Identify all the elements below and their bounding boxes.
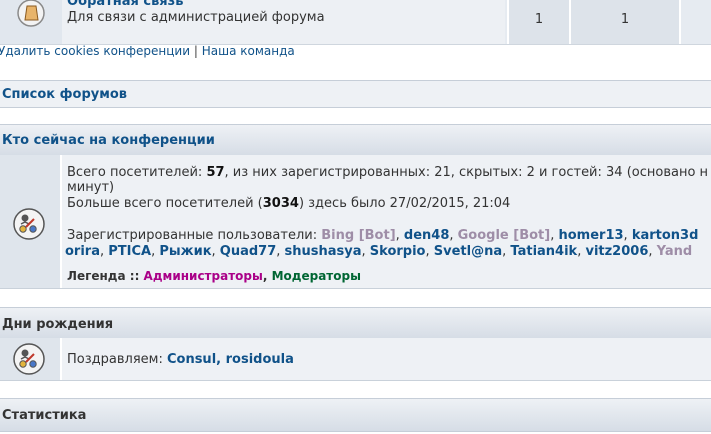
online-record-line: Больше всего посетителей (3034) здесь бы… [67,196,511,211]
online-user-link[interactable]: Bing [Bot] [321,228,395,243]
registered-users-line2: orira, PTICA, Рыжик, Quad77, shushasya, … [65,244,692,259]
legend-mods-link[interactable]: Модераторы [272,269,361,283]
forum-row-feedback: Обратная связь Для связи с администрацие… [0,0,711,45]
forum-list-bar: Список форумов [0,80,711,108]
delete-cookies-link[interactable]: Удалить cookies конференции [0,44,190,58]
birthday-text-cell: Поздравляем: Consul, rosidoula [62,338,711,380]
online-user-link[interactable]: homer13 [558,228,623,243]
who-is-online-panel: Всего посетителей: 57, из них зарегистри… [0,155,711,289]
online-user-link[interactable]: PTICA [108,244,151,259]
online-text-cell: Всего посетителей: 57, из них зарегистри… [62,155,711,288]
forum-read-icon [17,0,45,27]
online-record: 3034 [262,196,299,211]
legend-line: Легенда :: Администраторы, Модераторы [67,269,361,283]
online-user-link[interactable]: Quad77 [220,244,276,259]
user-separator: , [425,244,434,259]
links-separator: | [193,44,198,58]
birthday-names[interactable]: Consul, rosidoula [167,352,294,367]
online-summary-line: Всего посетителей: 57, из них зарегистри… [67,165,709,180]
birthday-line: Поздравляем: Consul, rosidoula [67,352,294,367]
forum-topics-count: 1 [507,0,569,44]
forum-list-link[interactable]: Список форумов [2,87,127,102]
user-separator: , [623,228,632,243]
birthdays-panel: Поздравляем: Consul, rosidoula [0,338,711,381]
footer-links: Удалить cookies конференции | Наша коман… [0,44,295,58]
online-user-link[interactable]: vitz2006 [585,244,648,259]
online-user-link[interactable]: Рыжик [159,244,211,259]
user-separator: , [211,244,220,259]
users-online-icon [13,208,45,240]
statistics-title: Статистика [2,408,87,423]
user-separator: , [449,228,458,243]
birthday-icon-cell [0,338,62,380]
birthdays-header: Дни рождения [0,307,711,339]
forum-icon-cell [0,0,63,44]
online-summary-line2: минут) [67,180,115,195]
team-link[interactable]: Наша команда [202,44,295,58]
online-user-link[interactable]: Skorpio [370,244,426,259]
forum-posts-count: 1 [569,0,679,44]
birthday-icon [13,343,45,375]
forum-description: Для связи с администрацией форума [67,10,325,25]
online-user-link[interactable]: orira [65,244,100,259]
user-separator: , [648,244,657,259]
legend-admins-link[interactable]: Администраторы [144,269,263,283]
birthdays-title: Дни рождения [2,317,114,332]
online-user-link[interactable]: Svetl@na [434,244,502,259]
forum-title-link[interactable]: Обратная связь [67,0,183,9]
registered-users-line1: Зарегистрированные пользователи: Bing [B… [67,228,699,243]
user-separator: , [276,244,285,259]
forum-lastpost-cell [679,0,711,44]
user-separator: , [361,244,370,259]
user-separator: , [395,228,404,243]
who-is-online-header: Кто сейчас на конференции [0,124,711,156]
who-is-online-title[interactable]: Кто сейчас на конференции [2,133,215,148]
user-separator: , [99,244,109,259]
online-icon-cell [0,155,62,288]
online-user-link[interactable]: karton3d [632,228,699,243]
forum-text-cell: Обратная связь Для связи с администрацие… [62,0,505,44]
online-user-link[interactable]: Google [Bot] [458,228,551,243]
online-user-link[interactable]: Tatian4ik [510,244,577,259]
online-user-link[interactable]: den48 [404,228,449,243]
online-user-link[interactable]: shushasya [285,244,362,259]
online-user-link[interactable]: Yand [657,244,693,259]
online-total: 57 [206,165,225,180]
statistics-header: Статистика [0,398,711,432]
